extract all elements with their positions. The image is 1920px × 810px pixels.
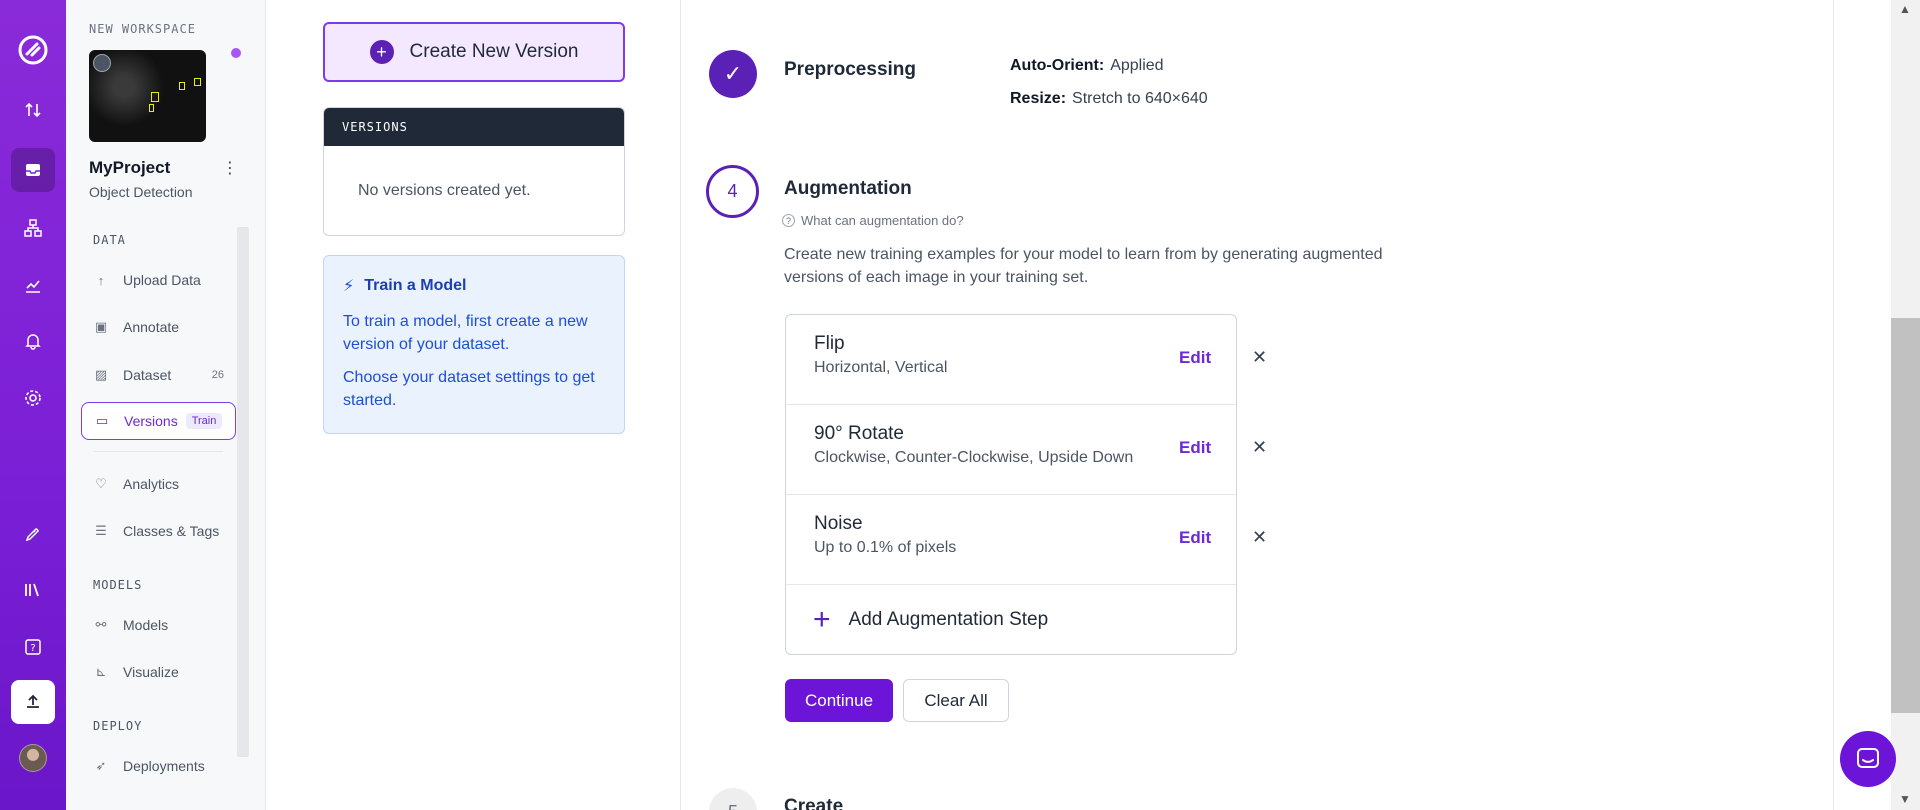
version-generator: ✓ Preprocessing Auto-Orient: Applied Resi… bbox=[681, 0, 1834, 810]
project-thumbnail[interactable] bbox=[89, 50, 206, 142]
workspace-label: NEW WORKSPACE bbox=[89, 22, 196, 36]
sidebar-item-dataset[interactable]: ▨ Dataset 26 bbox=[81, 356, 236, 394]
image-icon: ▨ bbox=[94, 367, 108, 382]
status-dot bbox=[229, 46, 243, 60]
help-icon[interactable]: ? bbox=[11, 625, 55, 669]
step-complete-check-icon: ✓ bbox=[709, 50, 757, 98]
question-icon: ? bbox=[782, 214, 795, 227]
transfer-icon[interactable] bbox=[11, 88, 55, 132]
global-nav-rail: ? bbox=[0, 0, 66, 810]
sidebar-divider bbox=[93, 451, 223, 452]
create-title: Create bbox=[784, 796, 844, 810]
network-icon: ⚯ bbox=[95, 617, 107, 632]
clear-all-button[interactable]: Clear All bbox=[903, 679, 1009, 722]
continue-button[interactable]: Continue bbox=[785, 679, 893, 722]
plus-icon: + bbox=[369, 40, 394, 64]
sidebar-item-upload-data[interactable]: ↑ Upload Data bbox=[81, 261, 236, 299]
lightning-icon: ⚡ bbox=[343, 278, 355, 295]
augmentation-item: 90° Rotate Clockwise, Counter-Clockwise,… bbox=[786, 405, 1236, 495]
list-icon: ☰ bbox=[95, 523, 107, 538]
resize-setting: Resize: Stretch to 640×640 bbox=[1010, 90, 1208, 107]
augmentation-help-link[interactable]: ? What can augmentation do? bbox=[782, 213, 964, 228]
plus-icon: + bbox=[813, 603, 831, 636]
train-card-line2: Choose your dataset settings to get star… bbox=[343, 369, 595, 409]
rocket-icon: ➶ bbox=[95, 758, 107, 773]
train-card-title: Train a Model bbox=[364, 277, 467, 294]
versions-empty-state: No versions created yet. bbox=[358, 182, 531, 199]
upload-arrow-icon: ↑ bbox=[97, 272, 105, 288]
scrollbar-thumb[interactable] bbox=[1891, 318, 1920, 713]
logo-icon[interactable] bbox=[11, 28, 55, 72]
remove-rotate-icon[interactable]: ✕ bbox=[1252, 437, 1267, 458]
bell-icon[interactable] bbox=[11, 319, 55, 363]
user-avatar[interactable] bbox=[19, 744, 47, 772]
workflow-icon[interactable] bbox=[11, 206, 55, 250]
svg-text:?: ? bbox=[30, 643, 35, 654]
scroll-up-icon[interactable]: ▲ bbox=[1899, 2, 1911, 16]
project-type: Object Detection bbox=[89, 184, 193, 200]
edit-noise-button[interactable]: Edit bbox=[1179, 528, 1211, 548]
section-models: MODELS bbox=[93, 578, 143, 592]
globe-icon bbox=[93, 54, 111, 72]
create-new-version-button[interactable]: + Create New Version bbox=[323, 22, 625, 82]
versions-column: + Create New Version VERSIONS No version… bbox=[266, 0, 681, 810]
versions-list: VERSIONS No versions created yet. bbox=[323, 107, 625, 236]
rocket-icon[interactable] bbox=[11, 512, 55, 556]
heart-pulse-icon: ♡ bbox=[95, 476, 107, 491]
section-deploy: DEPLOY bbox=[93, 719, 143, 733]
edit-flip-button[interactable]: Edit bbox=[1179, 348, 1211, 368]
sidebar-item-deployments[interactable]: ➶ Deployments bbox=[81, 747, 236, 785]
dataset-count-badge: 26 bbox=[211, 369, 224, 381]
folder-icon: ▭ bbox=[95, 413, 109, 428]
page-scrollbar[interactable]: ▲ ▼ bbox=[1891, 0, 1920, 810]
train-model-card: ⚡ Train a Model To train a model, first … bbox=[323, 255, 625, 434]
auto-orient-setting: Auto-Orient: Applied bbox=[1010, 57, 1164, 74]
augmentation-item: Noise Up to 0.1% of pixels Edit bbox=[786, 495, 1236, 585]
sidebar-item-visualize[interactable]: ⊾ Visualize bbox=[81, 653, 236, 691]
bar-chart-icon: ⊾ bbox=[95, 664, 107, 679]
versions-header: VERSIONS bbox=[324, 108, 624, 146]
augmentation-title: Augmentation bbox=[784, 178, 912, 199]
project-name: MyProject bbox=[89, 158, 171, 177]
train-badge: Train bbox=[185, 413, 223, 429]
sidebar-item-models[interactable]: ⚯ Models bbox=[81, 606, 236, 644]
sidebar-item-versions[interactable]: ▭ Versions Train bbox=[81, 402, 236, 440]
sidebar-scrollbar[interactable] bbox=[237, 227, 249, 757]
edit-rotate-button[interactable]: Edit bbox=[1179, 438, 1211, 458]
upload-icon[interactable] bbox=[11, 680, 55, 724]
app-root: ? NEW WORKSPACE MyProject ⋮ Object Detec… bbox=[0, 0, 1920, 810]
remove-noise-icon[interactable]: ✕ bbox=[1252, 527, 1267, 548]
more-options-icon[interactable]: ⋮ bbox=[222, 158, 238, 177]
remove-flip-icon[interactable]: ✕ bbox=[1252, 347, 1267, 368]
section-data: DATA bbox=[93, 233, 126, 247]
chart-icon[interactable] bbox=[11, 263, 55, 307]
inbox-icon[interactable] bbox=[11, 148, 55, 192]
augmentation-description: Create new training examples for your mo… bbox=[784, 246, 1383, 286]
step-number-augmentation: 4 bbox=[706, 165, 759, 218]
augmentation-list: Flip Horizontal, Vertical Edit 90° Rotat… bbox=[785, 314, 1237, 655]
step-number-create: 5 bbox=[709, 788, 757, 810]
sidebar-item-annotate[interactable]: ▣ Annotate bbox=[81, 308, 236, 346]
add-augmentation-step-button[interactable]: + Add Augmentation Step bbox=[786, 585, 1236, 654]
annotate-icon: ▣ bbox=[94, 319, 108, 334]
scroll-down-icon[interactable]: ▼ bbox=[1899, 792, 1911, 806]
library-icon[interactable] bbox=[11, 568, 55, 612]
augmentation-item: Flip Horizontal, Vertical Edit bbox=[786, 315, 1236, 405]
gear-icon[interactable] bbox=[11, 376, 55, 420]
chat-launcher-icon[interactable] bbox=[1840, 731, 1896, 787]
preprocessing-title: Preprocessing bbox=[784, 59, 916, 80]
content-border bbox=[1833, 0, 1834, 810]
project-sidebar: NEW WORKSPACE MyProject ⋮ Object Detecti… bbox=[66, 0, 266, 810]
train-card-line1: To train a model, first create a new ver… bbox=[343, 313, 588, 353]
sidebar-item-classes-tags[interactable]: ☰ Classes & Tags bbox=[81, 512, 236, 550]
sidebar-item-analytics[interactable]: ♡ Analytics bbox=[81, 465, 236, 503]
